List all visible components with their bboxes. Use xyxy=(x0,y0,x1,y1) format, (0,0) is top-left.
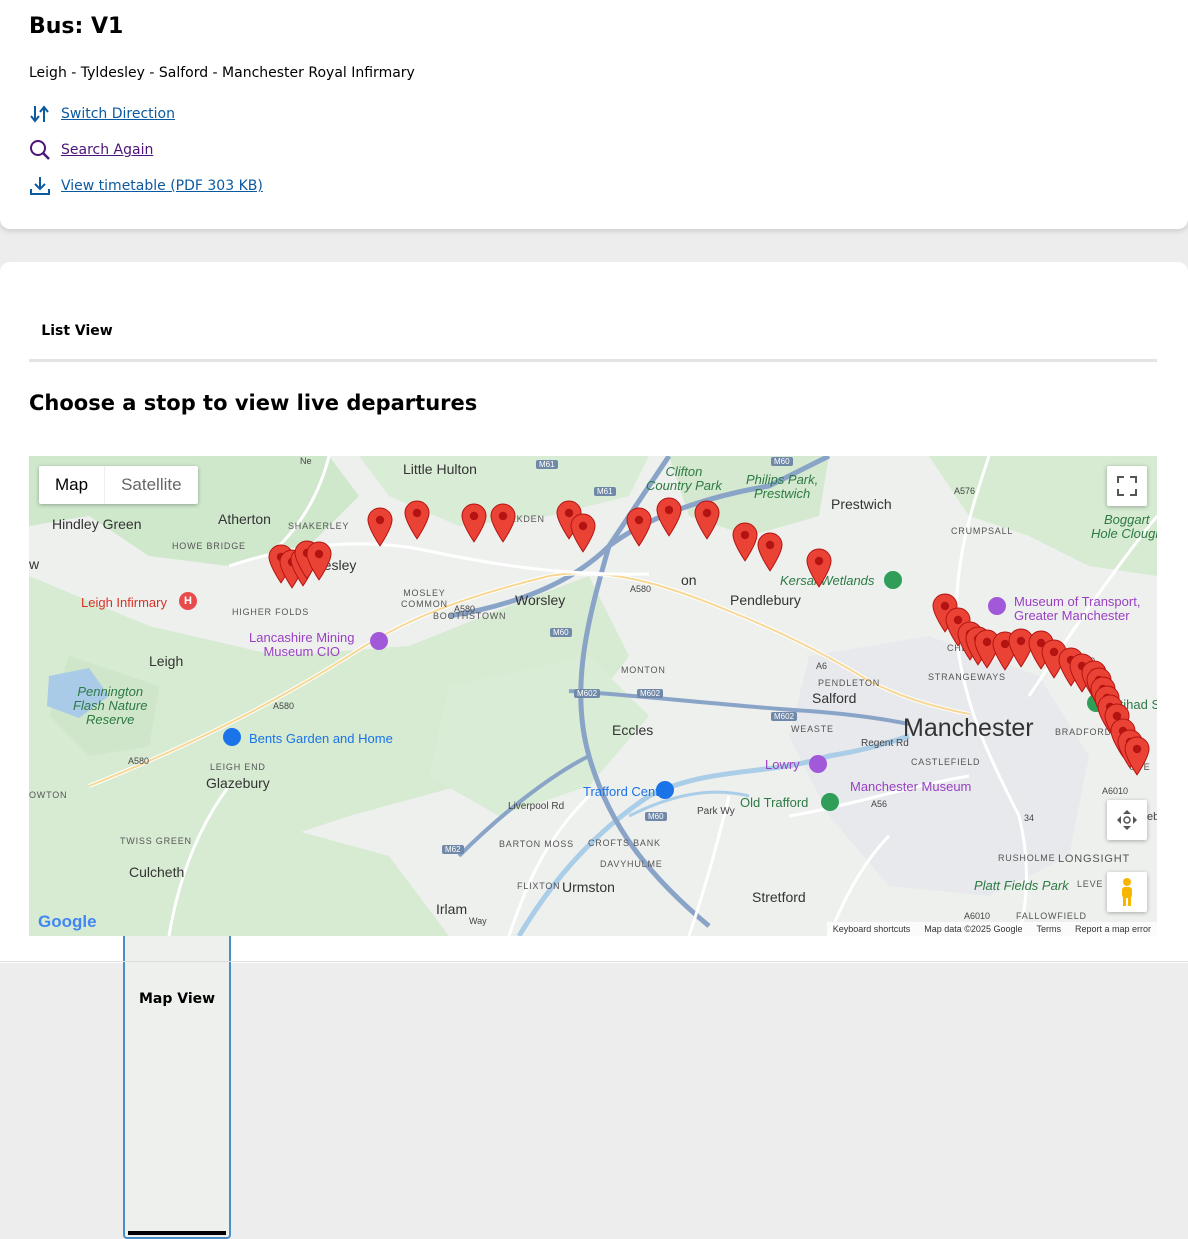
map-type-map-button[interactable]: Map xyxy=(39,466,104,504)
bus-stop-marker[interactable] xyxy=(806,548,832,588)
report-map-error-link[interactable]: Report a map error xyxy=(1075,924,1151,934)
route-header-card: Bus: V1 Leigh - Tyldesley - Salford - Ma… xyxy=(0,0,1188,229)
section-heading: Choose a stop to view live departures xyxy=(29,391,478,415)
page-title: Bus: V1 xyxy=(29,14,124,39)
search-again-link[interactable]: Search Again xyxy=(61,142,153,158)
search-again-action[interactable]: Search Again xyxy=(29,138,153,162)
route-description: Leigh - Tyldesley - Salford - Manchester… xyxy=(29,65,415,81)
terms-link[interactable]: Terms xyxy=(1036,924,1061,934)
fullscreen-icon xyxy=(1117,476,1137,496)
map-type-satellite-button[interactable]: Satellite xyxy=(104,466,197,504)
view-tabs: List View Map View xyxy=(29,303,1157,1239)
bus-stop-marker[interactable] xyxy=(306,541,332,581)
switch-direction-link[interactable]: Switch Direction xyxy=(61,106,175,122)
google-logo: Google xyxy=(38,912,97,931)
swap-arrows-icon xyxy=(30,105,49,123)
bus-stop-marker[interactable] xyxy=(404,500,430,540)
bus-stop-marker[interactable] xyxy=(757,532,783,572)
view-timetable-action[interactable]: View timetable (PDF 303 KB) xyxy=(29,174,263,198)
keyboard-shortcuts-link[interactable]: Keyboard shortcuts xyxy=(833,924,911,934)
fullscreen-button[interactable] xyxy=(1107,466,1147,506)
map-data-credit: Map data ©2025 Google xyxy=(924,924,1023,934)
tab-list-view[interactable]: List View xyxy=(29,303,125,359)
search-icon xyxy=(30,140,50,160)
bus-stop-marker[interactable] xyxy=(732,522,758,563)
bus-stop-marker[interactable] xyxy=(490,503,516,543)
switch-direction-action[interactable]: Switch Direction xyxy=(29,102,175,126)
street-view-button[interactable] xyxy=(1107,872,1147,912)
bus-stop-marker[interactable] xyxy=(367,507,393,548)
pegman-icon xyxy=(1122,878,1132,906)
map-attribution: Keyboard shortcuts Map data ©2025 Google… xyxy=(826,922,1157,936)
download-icon xyxy=(30,177,50,195)
bottom-divider xyxy=(0,961,1188,962)
camera-control-button[interactable] xyxy=(1107,800,1147,840)
camera-move-icon xyxy=(1117,810,1137,830)
view-timetable-link[interactable]: View timetable (PDF 303 KB) xyxy=(61,178,263,194)
bus-stop-marker[interactable] xyxy=(1124,736,1150,776)
bus-stop-marker[interactable] xyxy=(694,500,720,541)
route-map[interactable]: Little Hulton Atherton Hindley Green w T… xyxy=(29,456,1157,936)
bus-stop-marker[interactable] xyxy=(570,513,596,553)
bus-stop-marker[interactable] xyxy=(461,503,487,543)
bus-stop-markers xyxy=(29,456,1157,936)
map-type-control: Map Satellite xyxy=(39,466,198,504)
bus-stop-marker[interactable] xyxy=(656,497,682,538)
bus-stop-marker[interactable] xyxy=(626,507,652,547)
